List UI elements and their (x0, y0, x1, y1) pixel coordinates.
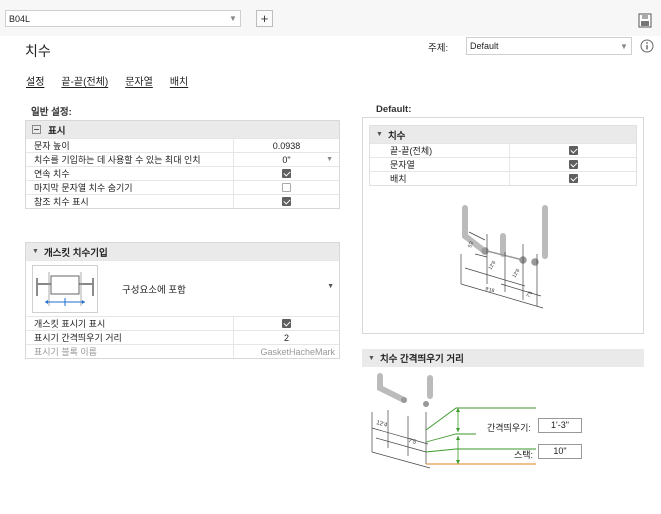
dimension-preview-image: 5'2 12'6 12'6 9'18 7'5 (443, 204, 563, 312)
svg-text:12'6: 12'6 (488, 260, 498, 271)
default-placement-checkbox[interactable] (568, 174, 578, 183)
row-label: 배치 (370, 172, 510, 185)
collapse-arrow-icon[interactable]: ▼ (32, 248, 39, 255)
continuous-dim-checkbox[interactable] (282, 169, 291, 178)
svg-text:9'18: 9'18 (484, 286, 495, 294)
row-label: 마지막 문자열 치수 숨기기 (26, 181, 234, 194)
max-inch-select[interactable]: 0" ▼ (234, 153, 339, 166)
row-label: 치수를 기입하는 데 사용할 수 있는 최대 인치 (26, 153, 234, 166)
export-file-icon[interactable] (638, 13, 652, 28)
style-select[interactable]: B04L ▼ (5, 10, 241, 27)
gasket-header[interactable]: ▼ 개스킷 치수기입 (26, 243, 339, 260)
row-label: 끝-끝(전체) (370, 144, 510, 157)
gasket-panel: ▼ 개스킷 치수기입 구성요소에 포함 ▼ 개스킷 표시기 표시 표시기 간격띄… (25, 242, 340, 359)
row-label: 표시기 블록 이름 (26, 345, 234, 358)
row-default-string[interactable]: 문자열 (370, 157, 636, 171)
hide-last-string-checkbox[interactable] (282, 183, 291, 192)
row-continuous-dim[interactable]: 연속 치수 (26, 166, 339, 180)
display-header[interactable]: 표시 (26, 121, 339, 138)
tab-settings[interactable]: 설정 (26, 73, 44, 89)
row-indicator-offset[interactable]: 표시기 간격띄우기 거리 2 (26, 330, 339, 344)
default-dim-header-label: 치수 (387, 130, 406, 142)
tab-placement[interactable]: 배치 (170, 73, 188, 89)
stack-label: 스택: (514, 450, 534, 460)
default-end-to-end-checkbox[interactable] (568, 146, 578, 155)
row-label: 문자열 (370, 158, 510, 171)
row-label: 문자 높이 (26, 139, 234, 152)
indicator-offset-value[interactable]: 2 (234, 331, 339, 344)
chevron-down-icon: ▼ (229, 14, 237, 23)
row-default-end-to-end[interactable]: 끝-끝(전체) (370, 143, 636, 157)
max-inch-value: 0" (282, 154, 291, 165)
row-reference-dim[interactable]: 참조 치수 표시 (26, 194, 339, 208)
row-max-inch[interactable]: 치수를 기입하는 데 사용할 수 있는 최대 인치 0" ▼ (26, 152, 339, 166)
indicator-block-value: GasketHacheMark (260, 346, 335, 357)
theme-label: 주제: (428, 43, 449, 54)
tab-bar: 설정 끝-끝(전체) 문자열 배치 (26, 73, 188, 89)
info-icon[interactable] (640, 39, 654, 55)
offset-label: 간격띄우기: (487, 423, 531, 433)
svg-text:7'5: 7'5 (407, 438, 417, 446)
gasket-mode-value: 구성요소에 포함 (122, 285, 186, 296)
theme-select-value: Default (470, 41, 499, 51)
svg-text:12'6: 12'6 (512, 268, 522, 279)
default-string-checkbox[interactable] (568, 160, 578, 169)
tab-end-to-end[interactable]: 끝-끝(전체) (61, 73, 108, 89)
offset-header[interactable]: ▼ 치수 간격띄우기 거리 (362, 349, 644, 367)
collapse-arrow-icon[interactable]: ▼ (368, 355, 375, 362)
default-dim-header[interactable]: ▼ 치수 (370, 126, 636, 143)
row-indicator-block: 표시기 블록 이름 GasketHacheMark (26, 344, 339, 358)
gasket-indicator-checkbox[interactable] (282, 319, 291, 328)
gasket-preview-image (32, 265, 98, 313)
row-default-placement[interactable]: 배치 (370, 171, 636, 185)
collapse-arrow-icon[interactable]: ▼ (376, 131, 383, 138)
default-panel: ▼ 치수 끝-끝(전체) 문자열 배치 5'2 12'6 12'6 9'18 7… (362, 117, 644, 334)
style-select-value: B04L (9, 13, 31, 24)
collapse-icon[interactable] (32, 125, 41, 134)
default-label: Default: (376, 104, 412, 115)
row-hide-last-string[interactable]: 마지막 문자열 치수 숨기기 (26, 180, 339, 194)
row-label: 연속 치수 (26, 167, 234, 180)
offset-value-box: 1'-3" (538, 418, 582, 433)
text-height-value[interactable]: 0.0938 (234, 139, 339, 152)
chevron-down-icon: ▼ (620, 41, 628, 51)
reference-dim-checkbox[interactable] (282, 197, 291, 206)
chevron-down-icon: ▼ (327, 283, 334, 290)
display-header-label: 표시 (48, 125, 66, 137)
tab-string[interactable]: 문자열 (125, 73, 153, 89)
row-label: 개스킷 표시기 표시 (26, 317, 234, 330)
gasket-header-label: 개스킷 치수기입 (43, 247, 108, 259)
row-label: 참조 치수 표시 (26, 195, 234, 208)
gasket-mode-select[interactable]: 구성요소에 포함 ▼ (26, 260, 339, 316)
chevron-down-icon: ▼ (326, 156, 333, 163)
row-label: 표시기 간격띄우기 거리 (26, 331, 234, 344)
row-text-height[interactable]: 문자 높이 0.0938 (26, 138, 339, 152)
svg-text:12'4: 12'4 (375, 420, 388, 429)
general-settings-label: 일반 설정: (31, 107, 72, 118)
row-gasket-indicator[interactable]: 개스킷 표시기 표시 (26, 316, 339, 330)
page-title: 치수 (25, 43, 51, 59)
stack-value-box: 10" (538, 444, 582, 459)
theme-select[interactable]: Default ▼ (466, 37, 632, 55)
display-panel: 표시 문자 높이 0.0938 치수를 기입하는 데 사용할 수 있는 최대 인… (25, 120, 340, 209)
offset-header-label: 치수 간격띄우기 거리 (379, 354, 464, 365)
add-style-button[interactable]: + (256, 10, 273, 27)
